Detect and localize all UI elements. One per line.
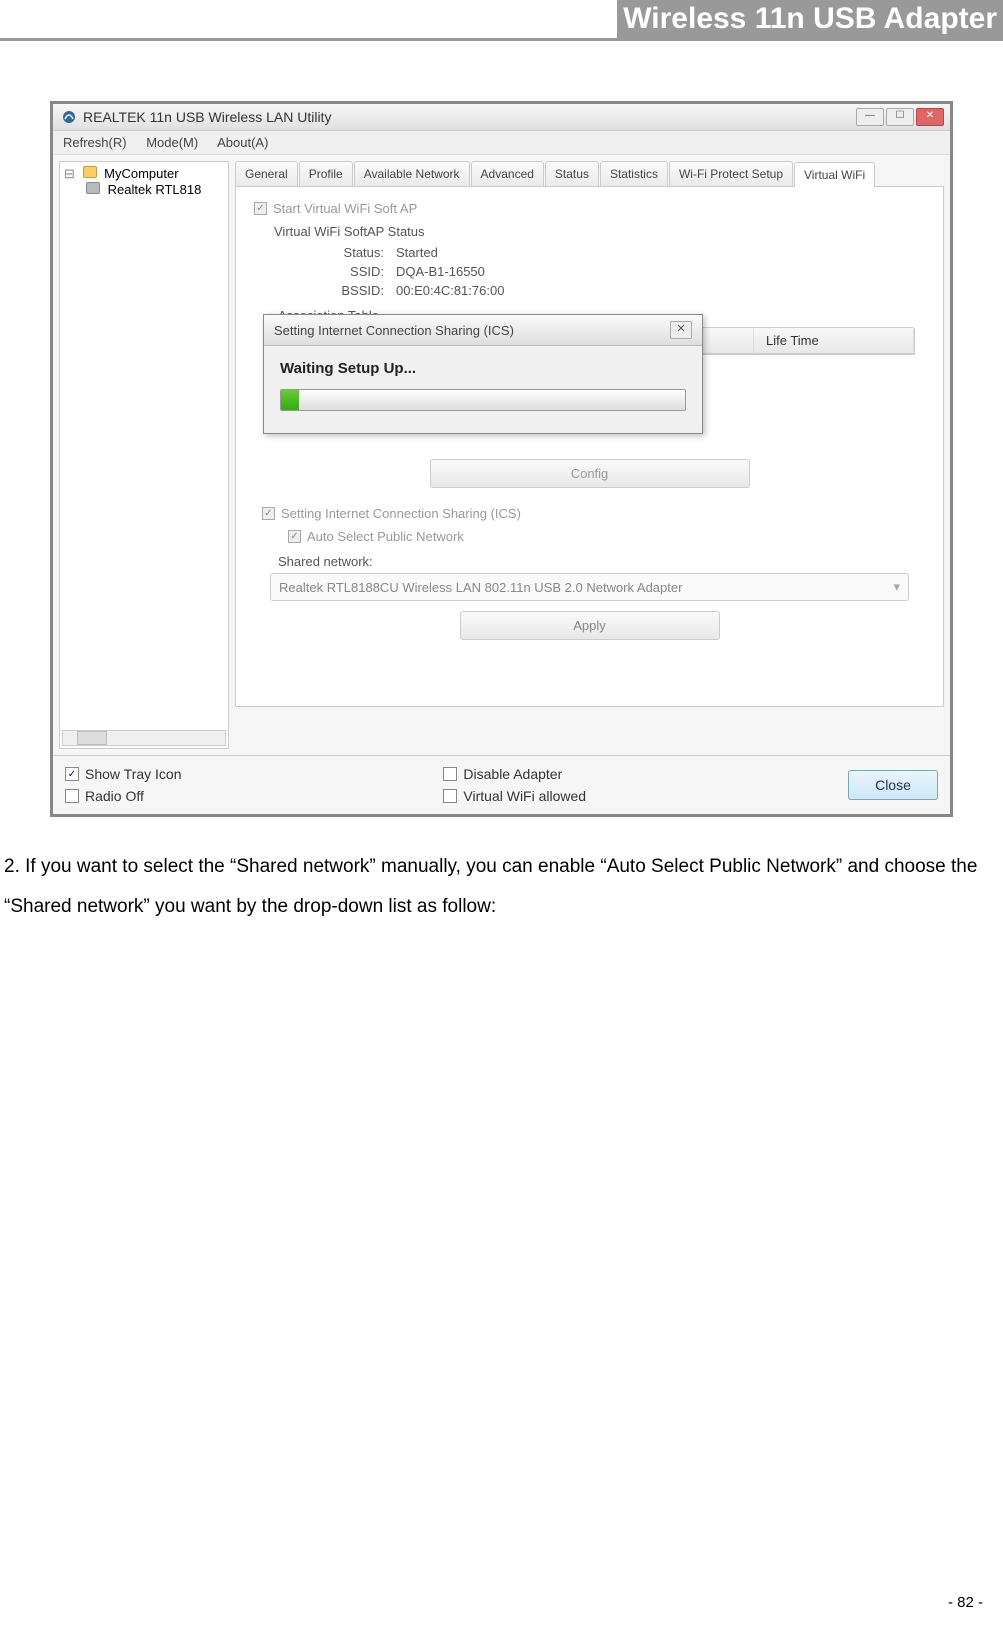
close-window-button[interactable]: ✕ [916,108,944,126]
ics-label: Setting Internet Connection Sharing (ICS… [281,506,521,521]
autoselect-label: Auto Select Public Network [307,529,464,544]
bssid-value: 00:E0:4C:81:76:00 [396,283,504,298]
disable-adapter-label: Disable Adapter [463,766,562,782]
maximize-button[interactable]: ☐ [886,108,914,126]
status-value: Started [396,245,438,260]
autoselect-row: Auto Select Public Network [288,529,925,544]
show-tray-label: Show Tray Icon [85,766,182,782]
shared-network-label: Shared network: [278,554,925,569]
vwifi-allowed-checkbox[interactable] [443,789,457,803]
app-icon [61,109,77,125]
titlebar: REALTEK 11n USB Wireless LAN Utility — ☐… [53,104,950,131]
show-tray-row: Show Tray Icon [65,766,182,782]
tab-profile[interactable]: Profile [299,161,353,186]
autoselect-checkbox[interactable] [288,530,301,543]
minimize-button[interactable]: — [856,108,884,126]
dialog-title: Setting Internet Connection Sharing (ICS… [274,323,514,338]
tab-status[interactable]: Status [545,161,599,186]
tab-virtual-wifi[interactable]: Virtual WiFi [794,162,875,187]
vwifi-allowed-label: Virtual WiFi allowed [463,788,586,804]
dialog-close-button[interactable]: ✕ [670,321,692,339]
window-title: REALTEK 11n USB Wireless LAN Utility [83,109,331,125]
computer-icon [83,166,97,178]
tree-child-label: Realtek RTL818 [108,182,202,197]
vwifi-allowed-row: Virtual WiFi allowed [443,788,586,804]
content-pane: General Profile Available Network Advanc… [235,161,944,749]
disable-adapter-checkbox[interactable] [443,767,457,781]
radio-off-label: Radio Off [85,788,144,804]
bssid-label: BSSID: [324,283,384,298]
tab-statistics[interactable]: Statistics [600,161,668,186]
dialog-titlebar: Setting Internet Connection Sharing (ICS… [264,315,702,346]
start-softap-row: Start Virtual WiFi Soft AP [254,201,925,216]
adapter-icon [86,182,100,194]
app-window: REALTEK 11n USB Wireless LAN Utility — ☐… [50,101,953,817]
bottom-bar: Show Tray Icon Radio Off Disable Adapter… [53,755,950,814]
tree-scrollbar[interactable] [62,730,226,746]
apply-button[interactable]: Apply [460,611,720,640]
show-tray-checkbox[interactable] [65,767,79,781]
page-title: Wireless 11n USB Adapter [617,0,1003,38]
close-button[interactable]: Close [848,770,938,800]
ics-checkbox[interactable] [262,507,275,520]
col-life[interactable]: Life Time [754,328,914,353]
tree-root[interactable]: ⊟ MyComputer [64,166,224,182]
menubar: Refresh(R) Mode(M) About(A) [53,131,950,155]
body-area: ⊟ MyComputer Realtek RTL818 General Prof… [53,155,950,755]
tree-root-label: MyComputer [104,166,178,181]
tree-collapse-icon[interactable]: ⊟ [64,166,75,181]
softap-status-grid: Status: Started SSID: DQA-B1-16550 BSSID: 0… [324,245,925,298]
page-header: Wireless 11n USB Adapter [0,0,1003,41]
dropdown-caret-icon: ▾ [893,579,900,595]
tab-body: Start Virtual WiFi Soft AP Virtual WiFi … [235,187,944,707]
config-button[interactable]: Config [430,459,750,488]
progress-fill [281,390,299,410]
start-softap-checkbox[interactable] [254,202,267,215]
dialog-body: Waiting Setup Up... [264,346,702,433]
page-number: - 82 - [948,1594,983,1611]
status-label: Status: [324,245,384,260]
shared-network-value: Realtek RTL8188CU Wireless LAN 802.11n U… [279,580,682,595]
dialog-message: Waiting Setup Up... [280,360,686,377]
menu-refresh[interactable]: Refresh(R) [63,135,127,150]
radio-off-checkbox[interactable] [65,789,79,803]
shared-network-dropdown[interactable]: Realtek RTL8188CU Wireless LAN 802.11n U… [270,573,909,601]
menu-about[interactable]: About(A) [217,135,268,150]
softap-status-heading: Virtual WiFi SoftAP Status [274,224,925,239]
tab-advanced[interactable]: Advanced [471,161,544,186]
instruction-paragraph: 2. If you want to select the “Shared net… [4,847,1003,927]
bottom-mid: Disable Adapter Virtual WiFi allowed [443,766,586,804]
ics-dialog: Setting Internet Connection Sharing (ICS… [263,314,703,434]
tree-child[interactable]: Realtek RTL818 [64,182,224,197]
menu-mode[interactable]: Mode(M) [146,135,198,150]
disable-adapter-row: Disable Adapter [443,766,586,782]
tab-wps[interactable]: Wi-Fi Protect Setup [669,161,793,186]
device-tree[interactable]: ⊟ MyComputer Realtek RTL818 [59,161,229,749]
radio-off-row: Radio Off [65,788,182,804]
start-softap-label: Start Virtual WiFi Soft AP [273,201,417,216]
ssid-label: SSID: [324,264,384,279]
ssid-value: DQA-B1-16550 [396,264,485,279]
tab-available-network[interactable]: Available Network [354,161,470,186]
bottom-left: Show Tray Icon Radio Off [65,766,182,804]
ics-row: Setting Internet Connection Sharing (ICS… [262,506,925,521]
window-buttons: — ☐ ✕ [856,108,944,126]
tab-bar: General Profile Available Network Advanc… [235,161,944,187]
scroll-thumb[interactable] [77,731,107,745]
progress-bar [280,389,686,411]
tab-general[interactable]: General [235,161,298,186]
